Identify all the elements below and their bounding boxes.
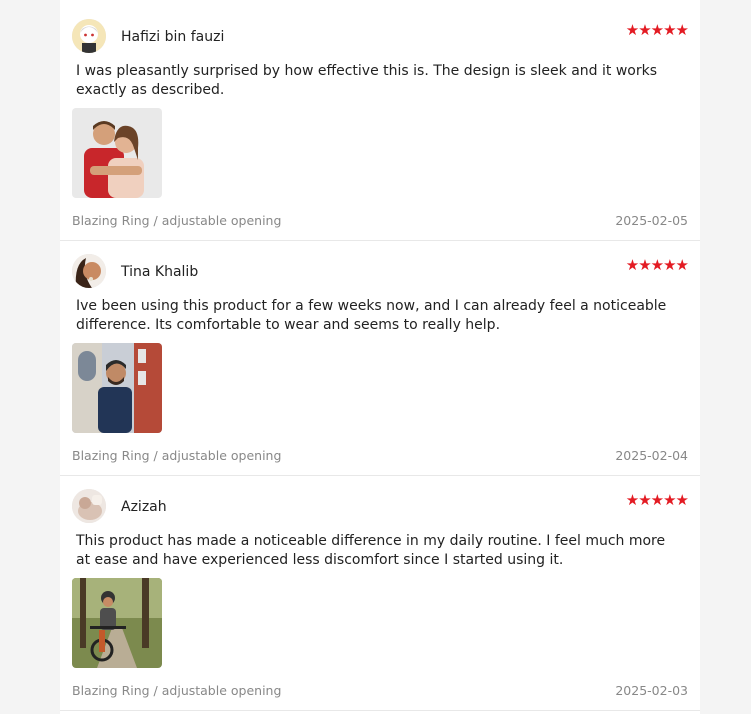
variant-label: Blazing Ring / adjustable opening (72, 213, 282, 228)
avatar (72, 254, 106, 288)
review-text: Ive been using this product for a few we… (76, 298, 667, 333)
review-item: Hafizi bin fauzi ★★★★★ I was pleasantly … (60, 0, 700, 241)
review-text: I was pleasantly surprised by how effect… (76, 63, 657, 98)
review-photo[interactable] (72, 343, 162, 433)
star-rating: ★★★★★ (625, 256, 689, 274)
reviewer-name: Azizah (121, 499, 167, 515)
review-date: 2025-02-04 (615, 448, 688, 463)
review-photo[interactable] (72, 578, 162, 668)
variant-label: Blazing Ring / adjustable opening (72, 448, 282, 463)
review-list: Hafizi bin fauzi ★★★★★ I was pleasantly … (60, 0, 700, 714)
review-photo[interactable] (72, 108, 162, 198)
review-item: Azizah ★★★★★ This product has made a not… (60, 476, 700, 711)
star-rating: ★★★★★ (625, 21, 689, 39)
star-rating: ★★★★★ (625, 491, 689, 509)
review-date: 2025-02-03 (615, 683, 688, 698)
reviewer-name: Tina Khalib (121, 264, 199, 280)
variant-label: Blazing Ring / adjustable opening (72, 683, 282, 698)
review-text: This product has made a noticeable diffe… (76, 533, 666, 568)
reviewer-name: Hafizi bin fauzi (121, 29, 225, 45)
review-date: 2025-02-05 (615, 213, 688, 228)
avatar (72, 19, 106, 53)
review-item: Tina Khalib ★★★★★ Ive been using this pr… (60, 241, 700, 476)
avatar (72, 489, 106, 523)
